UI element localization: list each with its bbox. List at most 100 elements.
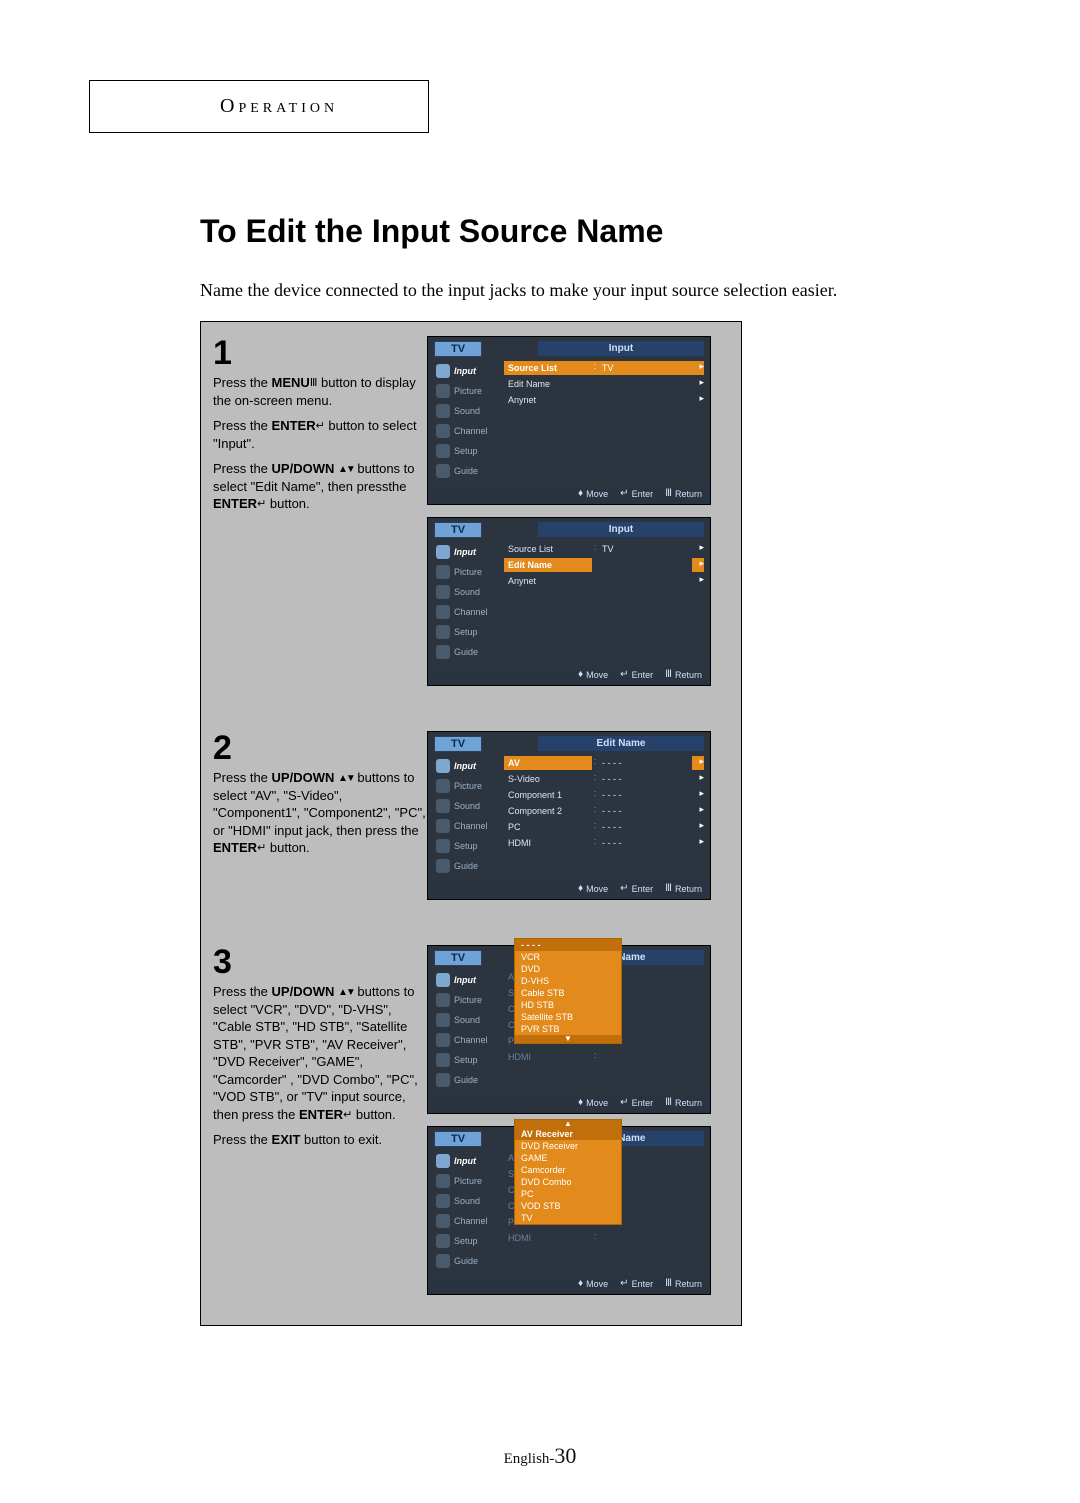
chevron-right-icon: ▸ [692, 377, 704, 391]
step-1-screens: TV Input Input Picture Sound Channel Set… [427, 336, 729, 698]
step-1-para-1: Press the MENU Ⅲ button to display the o… [213, 374, 427, 409]
move-icon: ♦ [578, 488, 583, 499]
row-component1: Component 1:- - - -▸ [504, 788, 704, 802]
chevron-right-icon: ▸ [692, 558, 704, 572]
channel-icon [436, 819, 450, 833]
nav-setup: Setup [434, 836, 500, 856]
step-3-text: 3 Press the UP/DOWN ▲▼ buttons to select… [213, 945, 427, 1157]
intro-text: Name the device connected to the input j… [200, 280, 990, 301]
enter-icon: ↵ [316, 419, 325, 434]
osd-main: Source List:TV▸ Edit Name▸ Anynet▸ [500, 542, 704, 662]
dropdown-option: TV [515, 1212, 621, 1224]
picture-icon [436, 1174, 450, 1188]
move-icon: ♦ [578, 1097, 583, 1108]
page-title: To Edit the Input Source Name [200, 213, 990, 250]
channel-icon [436, 424, 450, 438]
tv-icon [436, 545, 450, 559]
osd-tv-badge: TV [434, 950, 482, 966]
sound-icon [436, 585, 450, 599]
osd-main: AV: S-Video: Component 1: Component 2: P… [500, 1151, 704, 1271]
page-number: English-30 [0, 1443, 1080, 1469]
osd-input-editname: TV Input Input Picture Sound Channel Set… [427, 517, 711, 686]
dropdown-option: Satellite STB [515, 1011, 621, 1023]
return-icon: Ⅲ [665, 488, 672, 499]
chevron-down-icon: ▼ [515, 1035, 621, 1043]
guide-icon [436, 464, 450, 478]
dropdown-option: DVD [515, 963, 621, 975]
osd-editname-drop-top: TV Edit Name Input Picture Sound Channel… [427, 945, 711, 1114]
step-number: 1 [213, 336, 427, 370]
step-1-para-3: Press the UP/DOWN ▲▼ buttons to select "… [213, 460, 427, 513]
row-hdmi: HDMI:- - - -▸ [504, 836, 704, 850]
chevron-up-icon: ▲ [515, 1120, 621, 1128]
osd-footer: ♦Move ↵Enter ⅢReturn [428, 666, 710, 685]
step-1-para-2: Press the ENTER↵ button to select "Input… [213, 417, 427, 452]
picture-icon [436, 779, 450, 793]
tv-icon [436, 1154, 450, 1168]
tv-icon [436, 759, 450, 773]
setup-icon [436, 1234, 450, 1248]
step-2-screens: TV Edit Name Input Picture Sound Channel… [427, 731, 729, 912]
picture-icon [436, 384, 450, 398]
chevron-right-icon: ▸ [692, 393, 704, 407]
section-heading-box: Operation [89, 80, 429, 133]
nav-guide: Guide [434, 642, 500, 662]
dropdown-option: AV Receiver [515, 1128, 621, 1140]
chevron-right-icon: ▸ [692, 836, 704, 850]
enter-icon: ↵ [620, 488, 628, 499]
chevron-right-icon: ▸ [692, 788, 704, 802]
row-anynet: Anynet▸ [504, 574, 704, 588]
dropdown-option: HD STB [515, 999, 621, 1011]
dropdown-option: D-VHS [515, 975, 621, 987]
nav-channel: Channel [434, 1030, 500, 1050]
step-2-para-1: Press the UP/DOWN ▲▼ buttons to select "… [213, 769, 427, 857]
osd-main: Source List:TV▸ Edit Name▸ Anynet▸ [500, 361, 704, 481]
updown-icon: ▲▼ [338, 986, 354, 1000]
row-hdmi: HDMI: [504, 1231, 704, 1245]
manual-page: Operation To Edit the Input Source Name … [0, 0, 1080, 1503]
chevron-right-icon: ▸ [692, 804, 704, 818]
picture-icon [436, 993, 450, 1007]
nav-input: Input [434, 1151, 500, 1171]
osd-editname-list: TV Edit Name Input Picture Sound Channel… [427, 731, 711, 900]
nav-input: Input [434, 542, 500, 562]
step-1-text: 1 Press the MENU Ⅲ button to display the… [213, 336, 427, 521]
row-av: AV:- - - -▸ [504, 756, 704, 770]
enter-icon: ↵ [620, 883, 628, 894]
tv-icon [436, 973, 450, 987]
nav-sound: Sound [434, 1010, 500, 1030]
chevron-right-icon: ▸ [692, 772, 704, 786]
osd-tv-badge: TV [434, 341, 482, 357]
row-edit-name: Edit Name▸ [504, 558, 704, 572]
step-3-para-1: Press the UP/DOWN ▲▼ buttons to select "… [213, 983, 427, 1123]
step-2-text: 2 Press the UP/DOWN ▲▼ buttons to select… [213, 731, 427, 865]
osd-footer: ♦Move ↵Enter ⅢReturn [428, 485, 710, 504]
osd-nav: Input Picture Sound Channel Setup Guide [434, 1151, 500, 1271]
setup-icon [436, 1053, 450, 1067]
nav-sound: Sound [434, 1191, 500, 1211]
osd-main: AV:- - - -▸ S-Video:- - - -▸ Component 1… [500, 756, 704, 876]
guide-icon [436, 1073, 450, 1087]
osd-panel-title: Input [538, 522, 704, 537]
channel-icon [436, 1214, 450, 1228]
steps-container: 1 Press the MENU Ⅲ button to display the… [200, 321, 742, 1326]
enter-icon: ↵ [620, 1097, 628, 1108]
enter-icon: ↵ [620, 669, 628, 680]
nav-guide: Guide [434, 1251, 500, 1271]
channel-icon [436, 1033, 450, 1047]
row-edit-name: Edit Name▸ [504, 377, 704, 391]
step-number: 3 [213, 945, 427, 979]
osd-nav: Input Picture Sound Channel Setup Guide [434, 361, 500, 481]
step-3-screens: TV Edit Name Input Picture Sound Channel… [427, 945, 729, 1307]
osd-footer: ♦Move ↵Enter ⅢReturn [428, 880, 710, 899]
updown-icon: ▲▼ [338, 772, 354, 786]
nav-input: Input [434, 970, 500, 990]
tv-icon [436, 364, 450, 378]
nav-input: Input [434, 361, 500, 381]
nav-picture: Picture [434, 381, 500, 401]
step-number: 2 [213, 731, 427, 765]
dropdown-option: - - - - [515, 939, 621, 951]
nav-setup: Setup [434, 1050, 500, 1070]
osd-tv-badge: TV [434, 736, 482, 752]
step-3: 3 Press the UP/DOWN ▲▼ buttons to select… [201, 930, 741, 1325]
